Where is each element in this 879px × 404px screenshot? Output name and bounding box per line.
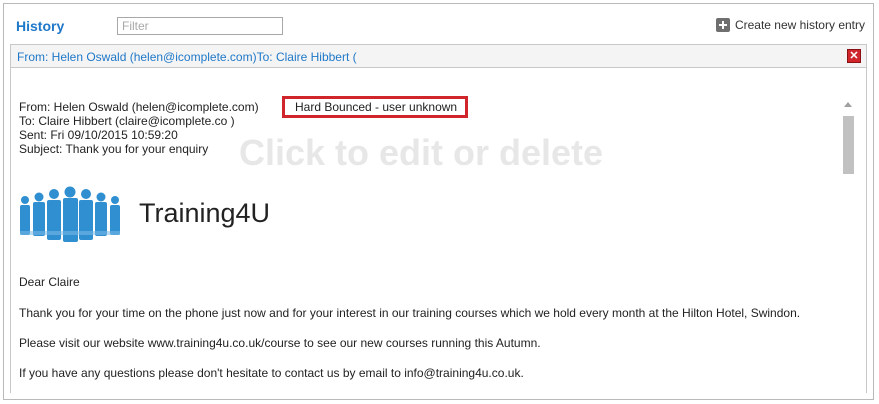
create-history-entry-button[interactable]: Create new history entry [715,18,865,32]
history-entry-header[interactable]: From: Helen Oswald (helen@icomplete.com)… [10,44,867,68]
history-entry-body[interactable]: From: Helen Oswald (helen@icomplete.com)… [10,68,867,393]
plus-icon [715,18,730,32]
history-toolbar: History Create new history entry [4,4,873,38]
people-group-logo-icon [20,186,120,242]
email-paragraph-3: If you have any questions please don't h… [19,366,524,380]
create-history-entry-label: Create new history entry [734,18,865,32]
edit-hint-overlay[interactable]: Click to edit or delete [239,132,603,174]
email-sent: Sent: Fri 09/10/2015 10:59:20 [19,128,178,142]
page-title: History [16,18,65,34]
scroll-up-arrow-icon[interactable] [844,102,852,107]
logo-text: Training4U [139,198,271,228]
email-meta: From: Helen Oswald (helen@icomplete.com)… [19,100,259,156]
email-from: From: Helen Oswald (helen@icomplete.com) [19,100,259,114]
history-entry-summary[interactable]: From: Helen Oswald (helen@icomplete.com)… [17,50,357,64]
scrollbar[interactable] [840,98,856,174]
email-to: To: Claire Hibbert (claire@icomplete.co … [19,114,235,128]
close-icon[interactable]: ✕ [847,49,861,63]
status-badge: Hard Bounced - user unknown [282,96,468,118]
email-paragraph-1: Thank you for your time on the phone jus… [19,306,801,320]
email-paragraph-2: Please visit our website www.training4u.… [19,336,541,350]
email-greeting: Dear Claire [19,275,80,289]
email-subject: Subject: Thank you for your enquiry [19,142,209,156]
filter-input[interactable] [117,17,283,35]
scroll-thumb[interactable] [843,116,854,174]
history-panel: History Create new history entry From: H… [3,3,874,400]
